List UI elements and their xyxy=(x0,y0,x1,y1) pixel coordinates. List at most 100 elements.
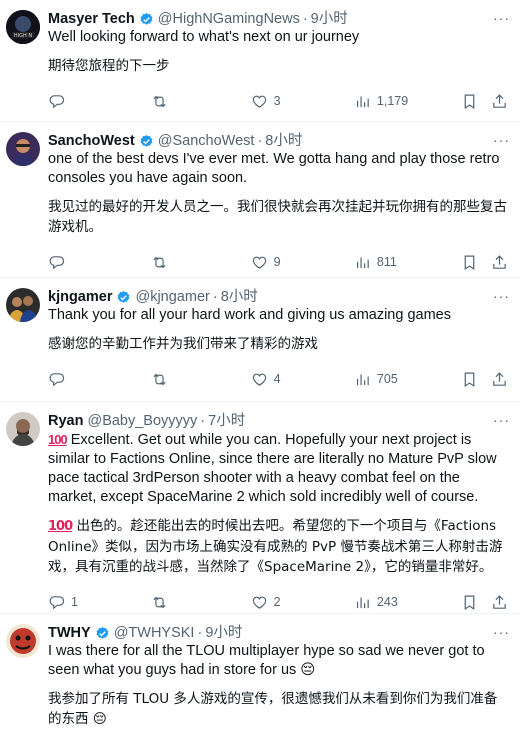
view-count: 705 xyxy=(376,372,398,386)
like-count: 9 xyxy=(273,255,281,269)
avatar[interactable] xyxy=(6,288,40,322)
reply-icon xyxy=(49,255,65,269)
timestamp[interactable]: 9小时 xyxy=(311,10,348,28)
tweet-translation: 期待您旅程的下一步 xyxy=(48,58,170,74)
svg-text:HIGH N: HIGH N xyxy=(14,33,32,39)
retweet-icon xyxy=(153,256,166,268)
like-button[interactable]: 9 xyxy=(251,254,354,271)
author-handle[interactable]: @kjngamer xyxy=(135,288,209,306)
bookmark-button[interactable] xyxy=(461,254,491,271)
share-button[interactable] xyxy=(491,254,508,271)
separator-dot: · xyxy=(197,625,203,641)
more-options-icon[interactable]: ··· xyxy=(493,412,510,428)
tweet[interactable]: HIGH N Masyer Tech @HighNGamingNews · 9小… xyxy=(0,0,520,122)
views-button[interactable]: 243 xyxy=(354,594,461,611)
separator-dot: · xyxy=(302,11,308,27)
bookmark-icon xyxy=(464,372,475,387)
tweet-text: one of the best devs I've ever met. We g… xyxy=(48,151,504,186)
view-count: 243 xyxy=(376,595,398,609)
avatar[interactable]: HIGH N xyxy=(6,10,40,44)
tweet-translation: 感谢您的辛勤工作并为我们带来了精彩的游戏 xyxy=(48,336,318,352)
share-icon xyxy=(493,371,506,386)
reply-icon xyxy=(49,372,65,386)
tweet-text: 100 Excellent. Get out while you can. Ho… xyxy=(48,430,508,507)
timestamp[interactable]: 8小时 xyxy=(221,288,258,306)
views-button[interactable]: 811 xyxy=(354,254,461,271)
tweet-translation: 100 出色的。趁还能出去的时候出去吧。希望您的下一个项目与《Factions … xyxy=(48,516,508,577)
author-name[interactable]: kjngamer xyxy=(48,288,112,306)
more-options-icon[interactable]: ··· xyxy=(493,132,510,148)
heart-icon xyxy=(252,256,266,269)
views-button[interactable]: 1,179 xyxy=(354,93,461,110)
tweet[interactable]: TWHY @TWHYSKI · 9小时 ··· I was there for … xyxy=(0,614,520,734)
more-options-icon[interactable]: ··· xyxy=(493,10,510,26)
like-count: 2 xyxy=(273,595,281,609)
more-options-icon[interactable]: ··· xyxy=(493,288,510,304)
author-name[interactable]: TWHY xyxy=(48,624,91,642)
author-handle[interactable]: @TWHYSKI xyxy=(114,624,195,642)
reply-button[interactable] xyxy=(48,371,151,388)
author-name[interactable]: Masyer Tech xyxy=(48,10,135,28)
like-button[interactable]: 4 xyxy=(251,371,354,388)
author-handle[interactable]: @SanchoWest xyxy=(158,132,255,150)
share-button[interactable] xyxy=(491,371,508,388)
retweet-button[interactable] xyxy=(151,254,250,271)
avatar[interactable] xyxy=(6,624,40,658)
avatar[interactable] xyxy=(6,412,40,446)
verified-badge-icon xyxy=(140,12,153,25)
tweet-translation-body: 出色的。趁还能出去的时候出去吧。希望您的下一个项目与《Factions Onli… xyxy=(48,518,503,575)
author-handle[interactable]: @HighNGamingNews xyxy=(158,10,300,28)
bookmark-button[interactable] xyxy=(461,371,491,388)
views-chart-icon xyxy=(356,597,369,608)
retweet-button[interactable] xyxy=(151,594,250,611)
retweet-icon xyxy=(153,596,166,608)
tweet-translation: 我见过的最好的开发人员之一。我们很快就会再次挂起并玩你拥有的那些复古游戏机。 xyxy=(48,199,507,235)
bookmark-button[interactable] xyxy=(461,93,491,110)
timestamp[interactable]: 8小时 xyxy=(265,132,302,150)
tweet[interactable]: Ryan @Baby_Boyyyyy · 7小时 ··· 100 Excelle… xyxy=(0,402,520,614)
author-name[interactable]: SanchoWest xyxy=(48,132,135,150)
author-handle[interactable]: @Baby_Boyyyyy xyxy=(87,412,197,430)
reply-count: 1 xyxy=(71,595,78,609)
avatar[interactable] xyxy=(6,132,40,166)
verified-badge-icon xyxy=(96,626,109,639)
heart-icon xyxy=(252,373,266,386)
reply-icon xyxy=(49,595,65,609)
retweet-button[interactable] xyxy=(151,93,250,110)
view-count: 1,179 xyxy=(376,94,409,108)
reply-button[interactable] xyxy=(48,254,151,271)
separator-dot: · xyxy=(257,133,263,149)
timestamp[interactable]: 7小时 xyxy=(208,412,245,430)
tweet[interactable]: kjngamer @kjngamer · 8小时 ··· Thank you f… xyxy=(0,278,520,402)
bookmark-button[interactable] xyxy=(461,594,491,611)
retweet-icon xyxy=(153,95,166,107)
action-bar: 3 1,179 xyxy=(48,82,508,120)
reply-button[interactable] xyxy=(48,93,151,110)
heart-icon xyxy=(252,596,266,609)
like-button[interactable]: 3 xyxy=(251,93,354,110)
bookmark-icon xyxy=(464,595,475,610)
views-chart-icon xyxy=(356,96,369,107)
views-chart-icon xyxy=(356,374,369,385)
author-name[interactable]: Ryan xyxy=(48,412,83,430)
tweet-text: Thank you for all your hard work and giv… xyxy=(48,307,451,323)
tweet-text: Well looking forward to what's next on u… xyxy=(48,29,360,45)
reply-button[interactable]: 1 xyxy=(48,594,151,611)
hundred-points-emoji: 100 xyxy=(48,432,68,447)
tweet-translation: 我参加了所有 TLOU 多人游戏的宣传，很遗憾我们从未看到你们为我们准备的东西 … xyxy=(48,691,498,727)
share-button[interactable] xyxy=(491,594,508,611)
timestamp[interactable]: 9小时 xyxy=(205,624,242,642)
share-button[interactable] xyxy=(491,93,508,110)
reply-feed: HIGH N Masyer Tech @HighNGamingNews · 9小… xyxy=(0,0,520,734)
retweet-button[interactable] xyxy=(151,371,250,388)
views-button[interactable]: 705 xyxy=(354,371,461,388)
verified-badge-icon xyxy=(118,290,130,303)
more-options-icon[interactable]: ··· xyxy=(493,624,510,640)
bookmark-icon xyxy=(464,94,475,109)
like-button[interactable]: 2 xyxy=(251,594,354,611)
tweet[interactable]: SanchoWest @SanchoWest · 8小时 ··· one of … xyxy=(0,122,520,278)
separator-dot: · xyxy=(200,413,206,429)
view-count: 811 xyxy=(376,255,397,269)
hundred-points-emoji: 100 xyxy=(48,519,73,534)
like-count: 3 xyxy=(273,94,281,108)
